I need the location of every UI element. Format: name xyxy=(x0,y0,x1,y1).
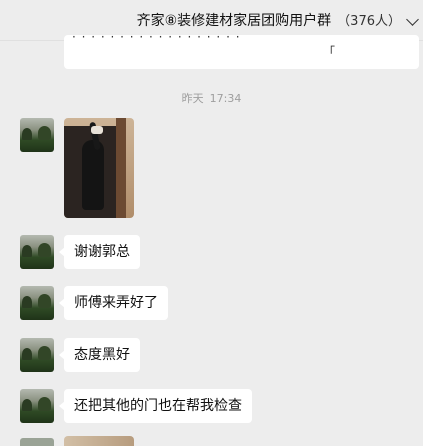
message-text: 态度黑好 xyxy=(74,347,130,363)
avatar[interactable] xyxy=(20,338,54,372)
avatar[interactable] xyxy=(20,438,54,446)
chevron-down-icon[interactable] xyxy=(406,13,419,26)
avatar[interactable] xyxy=(20,118,54,152)
previous-message-bubble[interactable]: · · · · · · · · · · · · · · · · · · 「 xyxy=(64,35,419,69)
group-name: 齐家⑧装修建材家居团购用户群 xyxy=(136,13,332,29)
text-message[interactable]: 师傅来弄好了 xyxy=(59,286,168,320)
timestamp-day: 昨天 xyxy=(181,92,204,105)
message-text: 还把其他的门也在帮我检查 xyxy=(74,398,242,414)
avatar[interactable] xyxy=(20,389,54,423)
previous-message-text: · · · · · · · · · · · · · · · · · · xyxy=(72,35,241,44)
image-message[interactable] xyxy=(64,118,134,218)
message-text: 谢谢郭总 xyxy=(74,244,130,260)
avatar[interactable] xyxy=(20,286,54,320)
member-count: （376人） xyxy=(337,14,401,29)
previous-message-mark: 「 xyxy=(322,45,335,59)
text-message[interactable]: 谢谢郭总 xyxy=(59,235,140,269)
worker-glove-graphic xyxy=(91,126,103,134)
text-message[interactable]: 还把其他的门也在帮我检查 xyxy=(59,389,252,423)
group-title[interactable]: 齐家⑧装修建材家居团购用户群 （376人） xyxy=(137,10,401,30)
image-message[interactable] xyxy=(64,436,134,446)
message-timestamp: 昨天 17:34 xyxy=(0,90,423,106)
timestamp-time: 17:34 xyxy=(209,92,242,105)
text-message[interactable]: 态度黑好 xyxy=(59,338,140,372)
door-frame-graphic xyxy=(116,118,126,218)
worker-graphic xyxy=(82,140,104,210)
message-text: 师傅来弄好了 xyxy=(74,295,158,311)
avatar[interactable] xyxy=(20,235,54,269)
